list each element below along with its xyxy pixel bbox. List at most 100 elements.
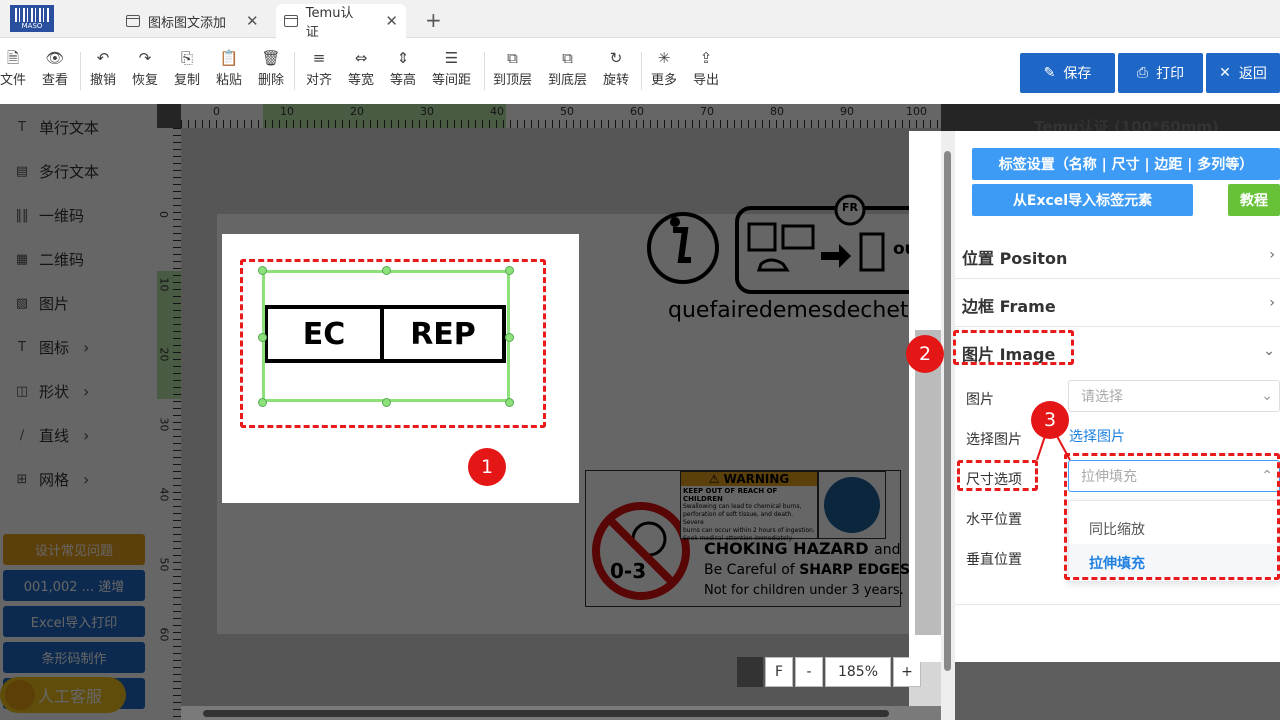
view-button[interactable]: 👁 查看 [42, 48, 68, 88]
zoom-level: 185% [825, 657, 891, 687]
ruler-label: 0 [157, 211, 170, 218]
print-button[interactable]: ⎙ 打印 [1118, 53, 1203, 93]
sidebar-item-shape[interactable]: ◫ 形状 › [12, 381, 90, 402]
annotation-box-2 [953, 330, 1074, 365]
triman-logo[interactable]: FR ou quefairedemesdechets.fr [643, 190, 959, 330]
export-button[interactable]: ⇪ 导出 [693, 48, 719, 88]
tab-label: 图标图文添加 [148, 15, 227, 31]
ruler-label: 70 [700, 105, 714, 118]
step-badge-1: 1 [468, 448, 506, 486]
ruler-label: 90 [840, 105, 854, 118]
paste-button[interactable]: 📋 粘贴 [216, 48, 242, 88]
same-width-button[interactable]: ⇔ 等宽 [348, 48, 374, 88]
ruler-label: 10 [280, 105, 294, 118]
barcode-make-button[interactable]: 条形码制作 [3, 642, 145, 673]
faq-button[interactable]: 设计常见问题 [3, 534, 145, 565]
divider [484, 52, 485, 90]
sidebar-item-grid[interactable]: ⊞ 网格 › [12, 469, 90, 490]
same-height-icon: ⇕ [396, 49, 410, 67]
sidebar-item-qrcode[interactable]: ▦ 二维码 [12, 249, 84, 270]
ruler-label: 0 [213, 105, 220, 118]
not-children-text: Not for children under 3 years. [704, 583, 904, 598]
chevron-right-icon[interactable]: › [1269, 247, 1275, 263]
qrcode-icon: ▦ [15, 252, 29, 267]
trash-icon: 🗑 [261, 49, 281, 67]
send-back-icon: ⧉ [562, 49, 573, 67]
ruler-ticks [181, 120, 941, 128]
image-field-label: 图片 [966, 392, 994, 408]
print-icon: ⎙ [1136, 65, 1149, 81]
sidebar-item-single-text[interactable]: T 单行文本 [12, 117, 99, 138]
ruler-label: 20 [157, 347, 171, 362]
bring-front-icon: ⧉ [507, 49, 518, 67]
annotation-box-3a [957, 460, 1038, 491]
excel-import-button[interactable]: 从Excel导入标签元素 [972, 184, 1193, 216]
file-button[interactable]: 🗎 文件 [0, 48, 26, 88]
image-icon: ▧ [15, 296, 29, 311]
more-button[interactable]: ✳ 更多 [651, 48, 677, 88]
copy-button[interactable]: ⎘ 复制 [174, 48, 200, 88]
save-button[interactable]: ✎ 保存 [1020, 53, 1115, 93]
panel-gap-shade [915, 330, 941, 635]
tab-bar: MASO 图标图文添加 ✕ Temu认证 ✕ + [0, 0, 1280, 40]
undo-button[interactable]: ↶ 撤销 [90, 48, 116, 88]
scroll-thumb[interactable] [203, 710, 889, 717]
new-tab-button[interactable]: + [425, 8, 442, 32]
sidebar-item-multi-text[interactable]: ▤ 多行文本 [12, 161, 99, 182]
rotate-button[interactable]: ↻ 旋转 [603, 48, 629, 88]
scroll-thumb[interactable] [944, 151, 951, 671]
horizontal-scrollbar[interactable] [181, 706, 941, 720]
to-top-button[interactable]: ⧉ 到顶层 [493, 48, 532, 88]
divider [294, 52, 295, 90]
annotation-box-3b [1064, 453, 1280, 580]
tab-temu[interactable]: Temu认证 ✕ [276, 4, 406, 40]
sidebar-item-icon[interactable]: T 图标 › [12, 337, 89, 358]
chevron-right-icon: › [83, 338, 90, 357]
step-badge-3: 3 [1031, 401, 1069, 439]
same-width-icon: ⇔ [354, 49, 368, 67]
chevron-down-icon[interactable]: ⌄ [1263, 343, 1275, 359]
warning-icon: ⚠ [708, 472, 724, 486]
sidebar-item-line[interactable]: ∕ 直线 › [12, 425, 90, 446]
close-icon[interactable]: ✕ [385, 12, 398, 30]
zoom-out-button[interactable]: - [795, 657, 823, 687]
chevron-right-icon[interactable]: › [1269, 295, 1275, 311]
equal-spacing-button[interactable]: ☰ 等间距 [432, 48, 471, 88]
text-icon: T [18, 120, 26, 135]
vertical-scrollbar[interactable] [941, 131, 955, 720]
redo-button[interactable]: ↷ 恢复 [132, 48, 158, 88]
export-icon: ⇪ [699, 49, 713, 67]
section-frame[interactable]: 边框 Frame [962, 293, 1056, 317]
ruler-ticks [173, 128, 181, 720]
sidebar-item-barcode[interactable]: ‖‖ 一维码 [12, 205, 85, 226]
spacing-icon: ☰ [444, 49, 459, 67]
shape-icon: ◫ [15, 384, 29, 399]
fit-button[interactable]: F [765, 657, 793, 687]
age-restriction-icon [592, 502, 690, 600]
customer-service-button[interactable]: 人工客服 [0, 677, 126, 713]
section-position[interactable]: 位置 Positon [962, 245, 1067, 269]
tab-icon-text[interactable]: 图标图文添加 ✕ [118, 4, 267, 38]
zoom-handle[interactable] [737, 657, 763, 687]
increment-button[interactable]: 001,002 ... 递增 [3, 570, 145, 601]
close-icon[interactable]: ✕ [246, 12, 259, 30]
to-bottom-button[interactable]: ⧉ 到底层 [548, 48, 587, 88]
fr-text: FR [842, 201, 858, 214]
back-button[interactable]: ✕ 返回 [1206, 53, 1280, 93]
undo-icon: ↶ [96, 49, 110, 67]
image-select[interactable]: 请选择 ⌄ [1068, 380, 1280, 412]
sidebar-item-image[interactable]: ▧ 图片 [12, 293, 69, 314]
same-height-button[interactable]: ⇕ 等高 [390, 48, 416, 88]
ruler-label: 10 [157, 277, 171, 292]
label-settings-button[interactable]: 标签设置（名称 | 尺寸 | 边距 | 多列等） [972, 148, 1280, 180]
save-icon: ✎ [1043, 65, 1056, 81]
tutorial-button[interactable]: 教程 [1228, 184, 1280, 216]
excel-print-button[interactable]: Excel导入打印 [3, 606, 145, 637]
align-button[interactable]: ≡ 对齐 [306, 48, 332, 88]
warning-label[interactable]: 0-3 ⚠ WARNING KEEP OUT OF REACH OF CHILD… [585, 470, 910, 607]
ruler-left: 0 10 20 30 40 50 60 [157, 128, 181, 720]
delete-button[interactable]: 🗑 删除 [258, 48, 284, 88]
barcode-icon: ‖‖ [15, 208, 29, 223]
more-icon: ✳ [657, 49, 671, 67]
line-icon: ∕ [19, 428, 25, 443]
